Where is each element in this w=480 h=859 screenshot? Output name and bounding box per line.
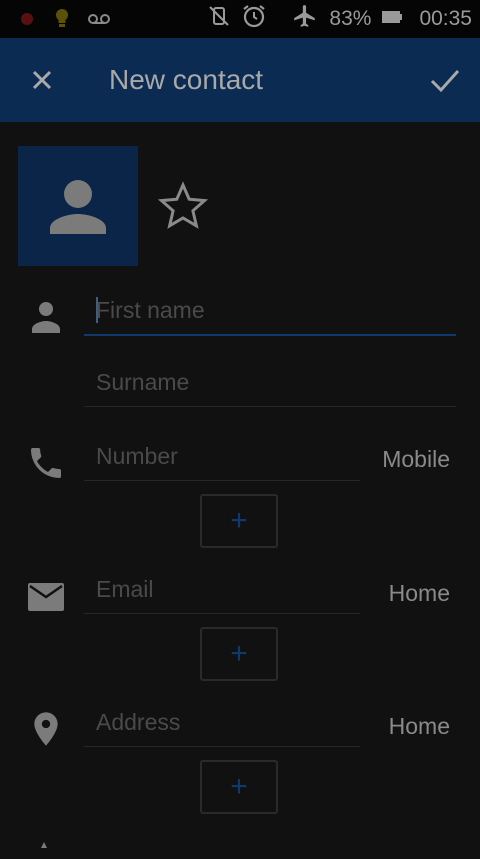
number-field[interactable]	[84, 436, 360, 481]
recording-dot-icon	[20, 0, 34, 38]
battery-icon	[381, 7, 403, 31]
app-bar: New contact	[0, 38, 480, 122]
email-icon	[26, 577, 66, 617]
number-input[interactable]	[96, 436, 356, 476]
favorite-star-icon[interactable]	[156, 180, 210, 232]
email-field[interactable]	[84, 569, 360, 614]
surname-input[interactable]	[96, 362, 436, 402]
address-field[interactable]	[84, 702, 360, 747]
airplane-icon	[291, 3, 319, 35]
clock: 00:35	[419, 7, 472, 30]
phone-icon	[26, 443, 66, 483]
contact-photo-button[interactable]	[18, 146, 138, 266]
status-right-group: 83% 00:35	[207, 0, 472, 38]
address-input[interactable]	[96, 702, 356, 742]
plus-icon: +	[230, 637, 248, 670]
close-icon[interactable]	[22, 60, 62, 100]
plus-icon: +	[230, 770, 248, 803]
email-input[interactable]	[96, 569, 356, 609]
check-icon[interactable]	[422, 60, 466, 100]
alarm-icon	[241, 3, 267, 35]
lightbulb-icon	[54, 0, 70, 38]
page-title: New contact	[109, 64, 264, 95]
plus-icon: +	[230, 504, 248, 537]
vibrate-off-icon	[207, 4, 231, 34]
voicemail-icon	[88, 0, 110, 38]
battery-percent: 83%	[329, 7, 372, 30]
address-type-dropdown[interactable]: Home	[360, 713, 450, 740]
email-type-dropdown[interactable]: Home	[360, 580, 450, 607]
first-name-field[interactable]	[84, 290, 456, 336]
more-fields-icon	[36, 840, 52, 854]
status-bar: 83% 00:35	[0, 0, 480, 38]
person-icon	[26, 297, 66, 337]
add-email-button[interactable]: +	[200, 627, 278, 681]
surname-field[interactable]	[84, 362, 456, 407]
person-avatar-icon	[50, 180, 106, 234]
add-number-button[interactable]: +	[200, 494, 278, 548]
first-name-input[interactable]	[96, 290, 436, 330]
add-address-button[interactable]: +	[200, 760, 278, 814]
number-type-dropdown[interactable]: Mobile	[360, 446, 450, 473]
location-pin-icon	[26, 708, 66, 748]
